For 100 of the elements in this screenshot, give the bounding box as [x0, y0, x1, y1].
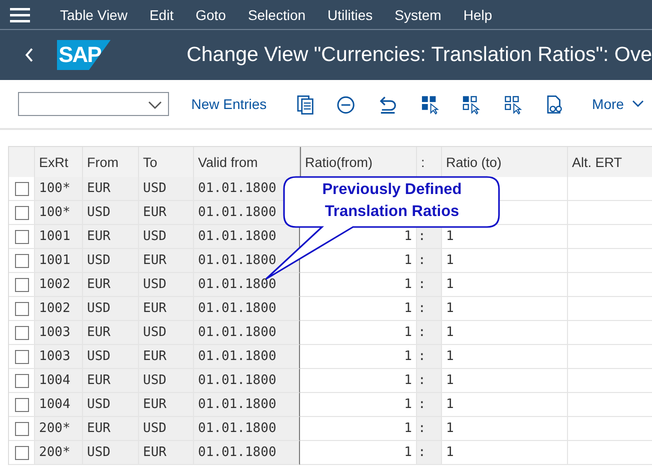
- column-header: Ratio(from): [300, 147, 417, 177]
- row-checkbox[interactable]: [14, 350, 28, 364]
- sap-logo: SAP: [56, 40, 111, 70]
- new-entries-button[interactable]: New Entries: [175, 92, 283, 116]
- row-checkbox[interactable]: [14, 230, 28, 244]
- table-cell: EUR: [143, 349, 166, 364]
- table-cell: 01.01.1800: [198, 205, 276, 220]
- table-cell: USD: [87, 445, 110, 460]
- table-cell: 1002: [39, 277, 70, 292]
- menu-item[interactable]: Goto: [196, 6, 226, 22]
- column-header: Ratio (to): [442, 147, 568, 177]
- table-cell: 01.01.1800: [198, 397, 276, 412]
- more-button[interactable]: More: [584, 92, 652, 116]
- table-cell: 01.01.1800: [198, 181, 276, 196]
- table-cell: 1001: [39, 253, 70, 268]
- table-cell: 1: [446, 301, 454, 316]
- column-header: From: [83, 147, 139, 177]
- row-checkbox[interactable]: [14, 278, 28, 292]
- table-cell: 1004: [39, 373, 70, 388]
- table-cell: EUR: [87, 325, 110, 340]
- table-cell: 01.01.1800: [198, 325, 276, 340]
- table-cell: 1003: [39, 349, 70, 364]
- table-cell: 1: [404, 253, 412, 268]
- menu-icon[interactable]: [10, 6, 30, 22]
- row-checkbox[interactable]: [14, 326, 28, 340]
- table-cell: 1: [446, 349, 454, 364]
- document-glasses-icon[interactable]: [544, 94, 564, 114]
- undo-icon[interactable]: [378, 94, 398, 114]
- table-cell: :: [418, 445, 426, 460]
- menu-item[interactable]: Utilities: [328, 6, 373, 22]
- menu-item[interactable]: System: [394, 6, 442, 22]
- table-cell: USD: [87, 301, 110, 316]
- table-cell: 1: [404, 277, 412, 292]
- column-header: To: [139, 147, 194, 177]
- row-checkbox[interactable]: [14, 254, 28, 268]
- menu-item[interactable]: Help: [463, 6, 492, 22]
- table-cell: :: [418, 373, 426, 388]
- table-cell: :: [418, 397, 426, 412]
- table-cell: 01.01.1800: [198, 421, 276, 436]
- table-cell: 01.01.1800: [198, 277, 276, 292]
- column-header: Alt. ERT: [568, 147, 652, 177]
- menu-item[interactable]: Selection: [248, 6, 306, 22]
- row-checkbox[interactable]: [14, 446, 28, 460]
- table-cell: EUR: [87, 373, 110, 388]
- row-checkbox[interactable]: [14, 302, 28, 316]
- menu-item[interactable]: Table View: [60, 6, 128, 22]
- table-cell: 1: [446, 445, 454, 460]
- dropdown-field[interactable]: [18, 92, 170, 116]
- row-checkbox[interactable]: [14, 206, 28, 220]
- back-icon[interactable]: [24, 46, 35, 64]
- chevron-down-icon[interactable]: [148, 101, 162, 110]
- table-cell: 1: [446, 277, 454, 292]
- table-cell: 200*: [39, 421, 70, 436]
- table-cell: 1: [404, 301, 412, 316]
- row-checkbox[interactable]: [14, 398, 28, 412]
- row-checkbox[interactable]: [14, 422, 28, 436]
- table-cell: 200*: [39, 445, 70, 460]
- table-cell: 1: [404, 445, 412, 460]
- copy-icon[interactable]: [294, 94, 314, 114]
- deselect-all-icon[interactable]: [502, 94, 522, 114]
- table-cell: EUR: [143, 301, 166, 316]
- table-cell: 1: [446, 325, 454, 340]
- row-checkbox[interactable]: [14, 182, 28, 196]
- table-cell: USD: [143, 277, 166, 292]
- table-cell: :: [418, 253, 426, 268]
- row-checkbox[interactable]: [14, 374, 28, 388]
- table-cell: EUR: [87, 421, 110, 436]
- table-cell: 100*: [39, 205, 70, 220]
- table-cell: 1: [446, 397, 454, 412]
- table-cell: :: [418, 421, 426, 436]
- table-cell: 1001: [39, 229, 70, 244]
- table-cell: :: [418, 301, 426, 316]
- table-cell: 1: [404, 397, 412, 412]
- table-cell: :: [418, 229, 426, 244]
- table-cell: 01.01.1800: [198, 229, 276, 244]
- table-cell: EUR: [143, 253, 166, 268]
- table-cell: 1: [404, 349, 412, 364]
- menu-item[interactable]: Edit: [149, 6, 174, 22]
- table-cell: EUR: [87, 229, 110, 244]
- table-cell: USD: [87, 397, 110, 412]
- table-cell: EUR: [143, 205, 166, 220]
- callout-text: Previously Defined Translation Ratios: [321, 180, 463, 222]
- table-cell: 01.01.1800: [198, 253, 276, 268]
- table-cell: USD: [143, 421, 166, 436]
- table-cell: :: [418, 325, 426, 340]
- table-cell: USD: [143, 373, 166, 388]
- table-cell: 1: [446, 421, 454, 436]
- delete-icon[interactable]: [336, 94, 356, 114]
- column-header: Valid from: [194, 147, 300, 177]
- table-cell: 1004: [39, 397, 70, 412]
- table-cell: EUR: [87, 181, 110, 196]
- table-cell: 1: [446, 229, 454, 244]
- table-cell: 1002: [39, 301, 70, 316]
- table-cell: USD: [87, 253, 110, 268]
- select-block-icon[interactable]: [461, 94, 481, 114]
- select-all-icon[interactable]: [420, 94, 440, 114]
- table-cell: USD: [143, 229, 166, 244]
- table-cell: EUR: [143, 445, 166, 460]
- table-cell: EUR: [87, 277, 110, 292]
- table-cell: 01.01.1800: [198, 349, 276, 364]
